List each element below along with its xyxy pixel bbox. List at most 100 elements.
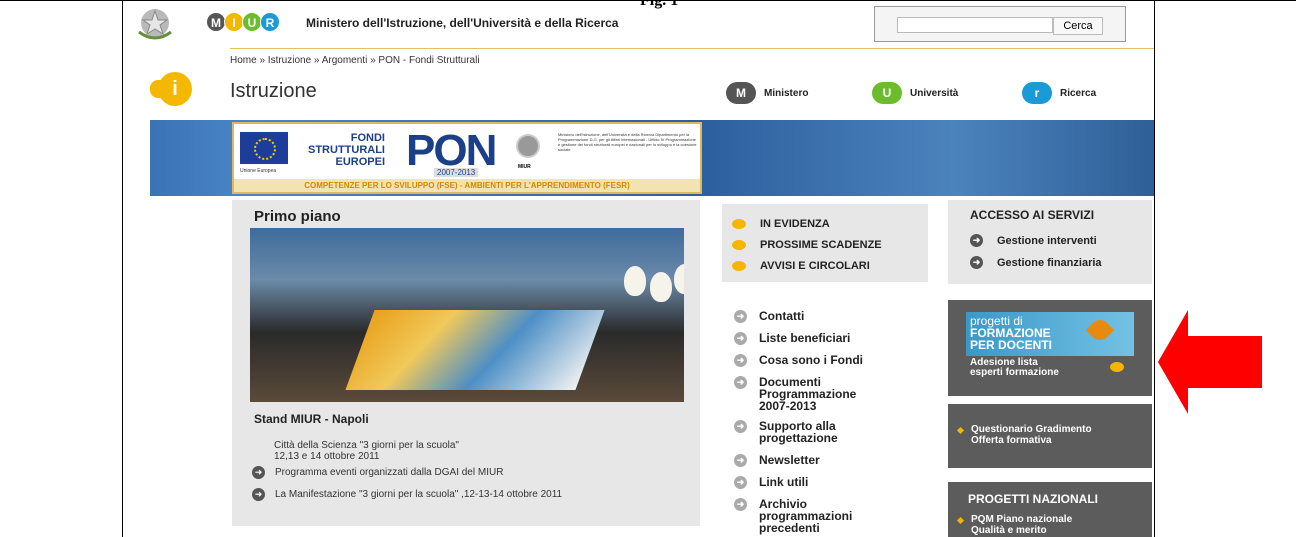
link-gestione-finanziaria[interactable]: ➜ Gestione finanziaria [970,256,1102,269]
link-link-utili[interactable]: ➜ Link utili [734,476,808,489]
republic-seal-icon [516,134,540,158]
fondi-strutturali-text: FONDI STRUTTURALI EUROPEI [308,132,385,168]
link-label: Archivio programmazioni precedenti [759,497,853,535]
butterfly-icon [1085,315,1115,345]
eu-label: Unione Europea [240,168,277,174]
logo-letter-u: U [242,12,262,32]
breadcrumb[interactable]: Home » Istruzione » Argomenti » PON - Fo… [230,55,480,66]
page-title: Istruzione [230,80,317,102]
link-label: Gestione interventi [997,234,1097,247]
link-liste-beneficiari[interactable]: ➜ Liste beneficiari [734,332,850,345]
search-button[interactable]: Cerca [1053,17,1103,35]
primo-piano-text: Città della Scienza "3 giorni per la scu… [274,440,459,462]
evidenza-panel: IN EVIDENZA PROSSIME SCADENZE AVVISI E C… [722,204,928,282]
photo-lamp [674,264,684,294]
pqm-link[interactable]: PQM Piano nazionale Qualità e merito [956,514,1073,536]
link-label: Supporto alla progettazione [759,419,838,445]
seal-label: MIUR [518,164,531,170]
link-gestione-interventi[interactable]: ➜ Gestione interventi [970,234,1097,247]
adesione-lista-link[interactable]: Adesione lista esperti formazione [970,358,1059,378]
link-newsletter[interactable]: ➜ Newsletter [734,454,820,467]
nav-item-ministero[interactable]: M Ministero [726,82,808,104]
frame-right-border [1154,0,1155,537]
nav-label-ministero: Ministero [764,87,809,99]
istruzione-info-icon: i [158,72,192,106]
link-label: Liste beneficiari [759,331,851,345]
arrow-right-icon: ➜ [734,454,747,467]
primo-piano-panel: Primo piano Stand MIUR - Napoli Città de… [232,200,700,526]
nav-label-universita: Università [910,87,959,99]
ricerca-icon: r [1022,82,1052,104]
figure-caption: Fig. 1 [640,0,679,9]
italian-emblem-icon[interactable] [134,4,176,42]
yellow-diamond-icon [956,516,965,525]
primo-piano-title: Primo piano [254,208,341,225]
link-label: Contatti [759,309,805,323]
link-documenti-programmazione[interactable]: ➜ Documenti Programmazione 2007-2013 [734,376,856,412]
accesso-servizi-panel: ACCESSO AI SERVIZI ➜ Gestione interventi… [948,200,1152,284]
yellow-bullet-icon [732,219,746,229]
primo-piano-caption[interactable]: Stand MIUR - Napoli [254,412,369,426]
arrow-right-icon: ➜ [734,498,747,511]
link-label: Link utili [759,475,809,489]
primo-link-label: La Manifestazione "3 giorni per la scuol… [275,489,563,500]
primo-text-line1: Città della Scienza "3 giorni per la scu… [274,440,459,451]
link-supporto-progettazione[interactable]: ➜ Supporto alla progettazione [734,420,838,444]
progetti-nazionali-title: PROGETTI NAZIONALI [968,492,1098,506]
banner-small-text: Ministero dell'Istruzione, dell'Universi… [558,132,697,152]
progetti-formazione-box[interactable]: progetti di FORMAZIONE PER DOCENTI Adesi… [948,300,1152,396]
frame-left-border [122,0,123,537]
arrow-right-icon: ➜ [734,420,747,433]
primo-link-label: Programma eventi organizzati dalla DGAI … [275,467,504,478]
search-input[interactable] [897,17,1053,33]
photo-stand-shape [345,310,605,390]
link-label: PROSSIME SCADENZE [760,239,882,251]
search-box: Cerca [874,6,1126,42]
mid-links-panel: ➜ Contatti ➜ Liste beneficiari ➜ Cosa so… [722,300,928,534]
progetti-formazione-banner[interactable]: progetti di FORMAZIONE PER DOCENTI [966,312,1134,356]
pqm-label: PQM Piano nazionale Qualità e merito [971,514,1073,536]
arrow-right-icon: ➜ [252,466,265,479]
arrow-right-icon: ➜ [734,332,747,345]
accesso-servizi-title: ACCESSO AI SERVIZI [970,208,1095,222]
link-label: AVVISI E CIRCOLARI [760,260,870,272]
primo-link-manifestazione[interactable]: ➜ La Manifestazione "3 giorni per la scu… [252,488,562,501]
logo-letter-m: M [206,12,226,32]
yellow-bullet-icon [1110,362,1124,372]
progetti-line3: PER DOCENTI [970,338,1053,352]
link-archivio-programmazioni[interactable]: ➜ Archivio programmazioni precedenti [734,498,852,534]
universita-icon: U [872,82,902,104]
link-cosa-sono-fondi[interactable]: ➜ Cosa sono i Fondi [734,354,863,367]
link-avvisi-circolari[interactable]: AVVISI E CIRCOLARI [732,260,870,272]
stand-photo[interactable] [250,228,684,402]
nav-item-universita[interactable]: U Università [872,82,958,104]
photo-lamp [650,272,672,302]
link-in-evidenza[interactable]: IN EVIDENZA [732,218,830,230]
link-prossime-scadenze[interactable]: PROSSIME SCADENZE [732,239,882,251]
arrow-right-icon: ➜ [734,354,747,367]
questionario-box[interactable]: Questionario Gradimento Offerta formativ… [948,404,1152,468]
progetti-nazionali-box: PROGETTI NAZIONALI PQM Piano nazionale Q… [948,482,1152,537]
eu-flag-icon [240,132,288,164]
yellow-diamond-icon [956,426,965,435]
link-label: IN EVIDENZA [760,218,830,230]
arrow-right-icon: ➜ [734,476,747,489]
link-label: Cosa sono i Fondi [759,353,863,367]
primo-link-programma[interactable]: ➜ Programma eventi organizzati dalla DGA… [252,466,503,479]
ministry-title[interactable]: Ministero dell'Istruzione, dell'Universi… [306,16,618,30]
nav-label-ricerca: Ricerca [1060,87,1097,99]
arrow-right-icon: ➜ [734,310,747,323]
pon-years: 2007-2013 [434,168,479,177]
nav-item-ricerca[interactable]: r Ricerca [1022,82,1096,104]
arrow-right-icon: ➜ [970,234,983,247]
logo-letter-i: I [224,12,244,32]
link-contatti[interactable]: ➜ Contatti [734,310,804,323]
header-divider [230,48,1154,49]
miur-logo[interactable]: M I U R [206,12,280,32]
arrow-right-icon: ➜ [252,488,265,501]
questionario-link[interactable]: Questionario Gradimento Offerta formativ… [956,424,1092,446]
primo-text-line2: 12,13 e 14 ottobre 2011 [274,451,380,462]
red-arrow-icon [1158,310,1262,414]
pon-banner-card[interactable]: Unione Europea FONDI STRUTTURALI EUROPEI… [232,122,702,194]
ministero-icon: M [726,82,756,104]
